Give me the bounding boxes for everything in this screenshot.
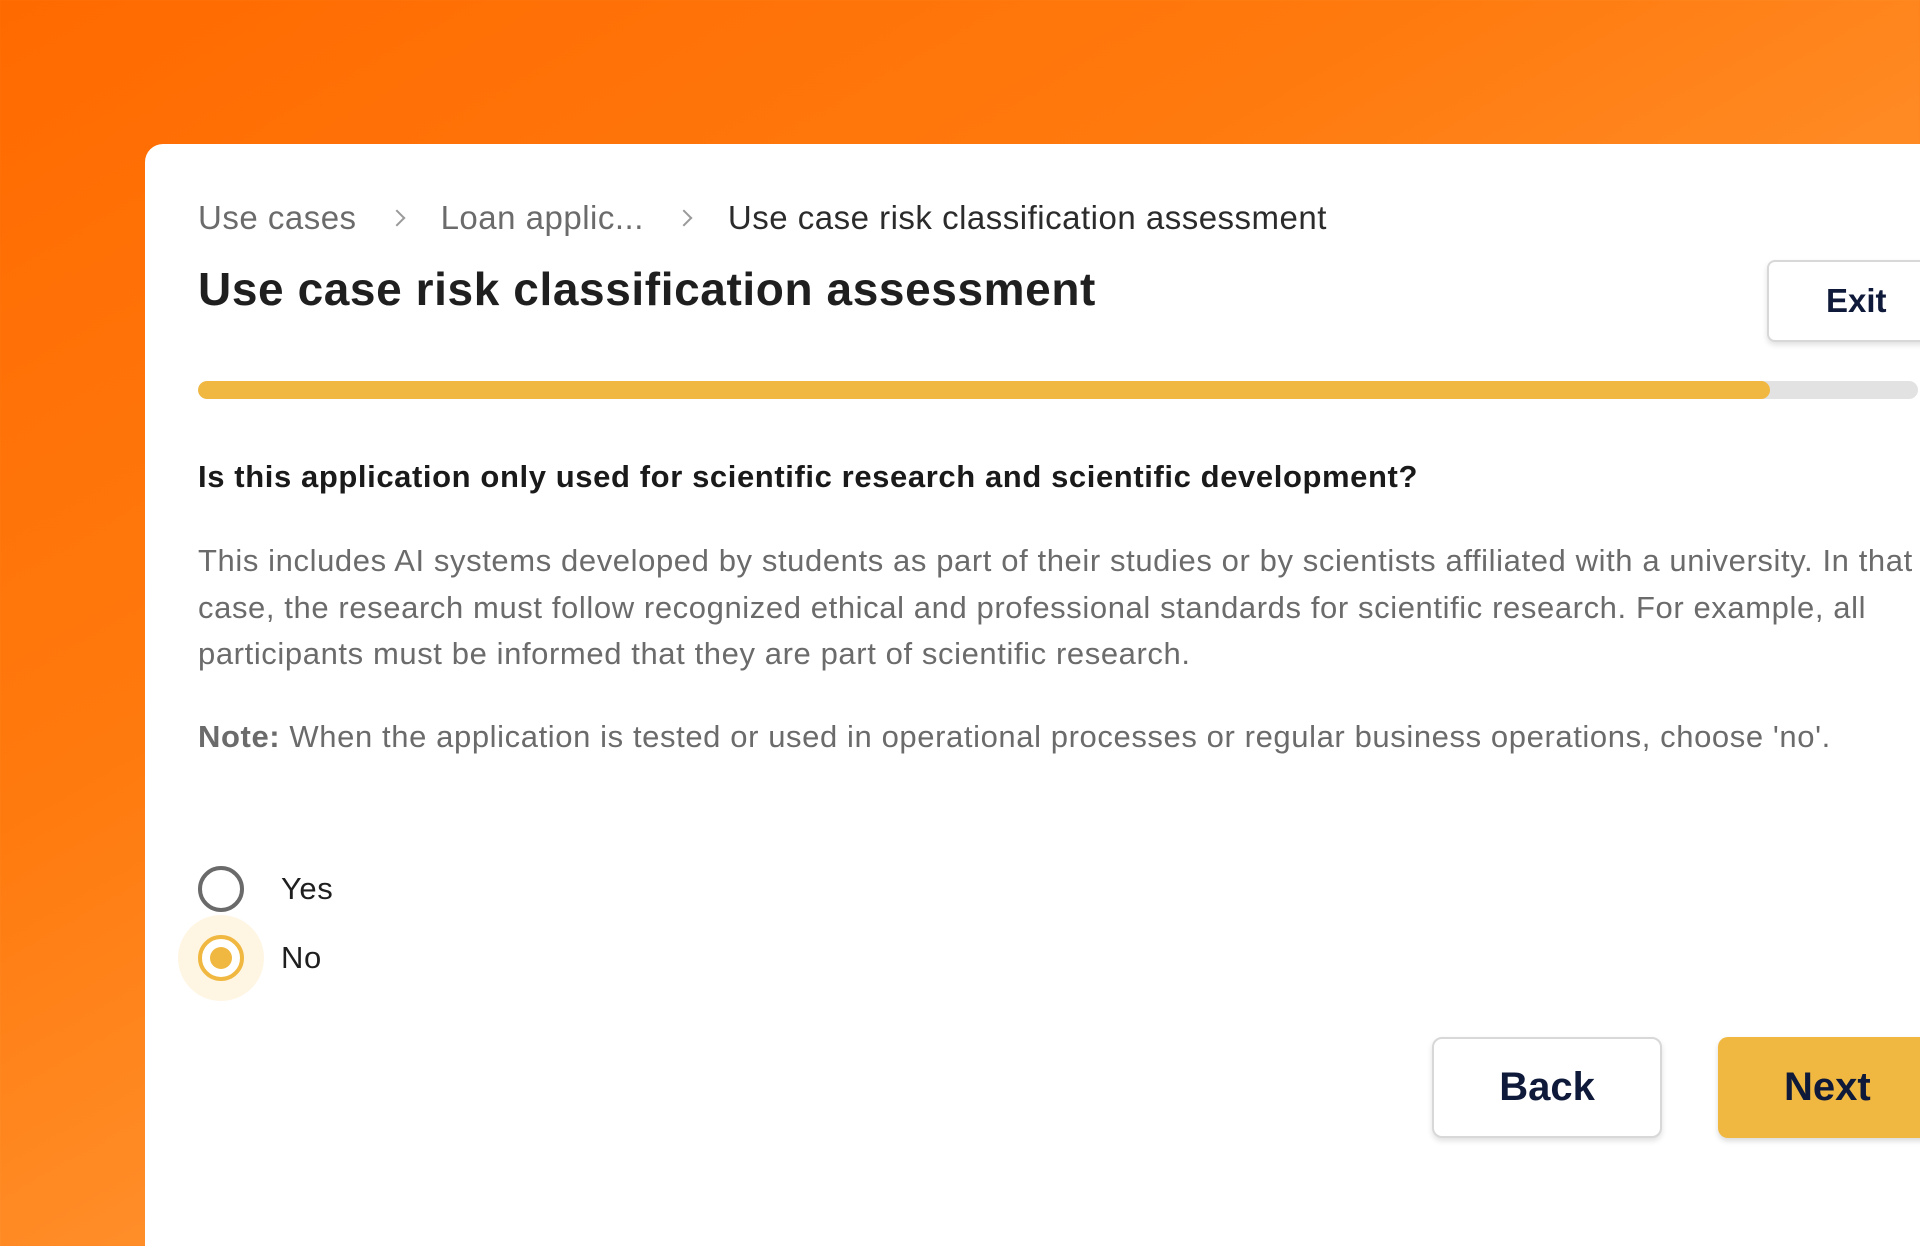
question-title: Is this application only used for scient… [198,459,1419,494]
radio-selected-dot [210,947,232,969]
progress-bar [198,381,1918,399]
breadcrumb-item-use-cases[interactable]: Use cases [198,199,357,237]
breadcrumb: Use cases Loan applic... Use case risk c… [198,199,1327,237]
exit-button[interactable]: Exit [1767,260,1920,342]
chevron-right-icon [675,209,693,227]
page-title: Use case risk classification assessment [198,263,1096,315]
assessment-card: Use cases Loan applic... Use case risk c… [145,144,1920,1246]
chevron-right-icon [388,209,406,227]
back-button[interactable]: Back [1432,1037,1662,1138]
radio-label-yes: Yes [281,871,334,906]
breadcrumb-item-current: Use case risk classification assessment [727,199,1327,236]
radio-option-yes[interactable]: Yes [198,866,333,912]
radio-label-no: No [281,940,322,975]
note-label: Note: [198,719,281,754]
next-button[interactable]: Next [1718,1037,1920,1138]
progress-bar-fill [198,381,1771,399]
radio-button-yes[interactable] [198,866,244,912]
radio-button-no[interactable] [198,935,244,981]
radio-option-no[interactable]: No [198,935,322,981]
note-text: When the application is tested or used i… [280,719,1831,754]
breadcrumb-item-loan-application[interactable]: Loan applic... [441,199,644,237]
question-description: This includes AI systems developed by st… [198,543,1913,671]
question-note: Note: When the application is tested or … [198,714,1838,761]
